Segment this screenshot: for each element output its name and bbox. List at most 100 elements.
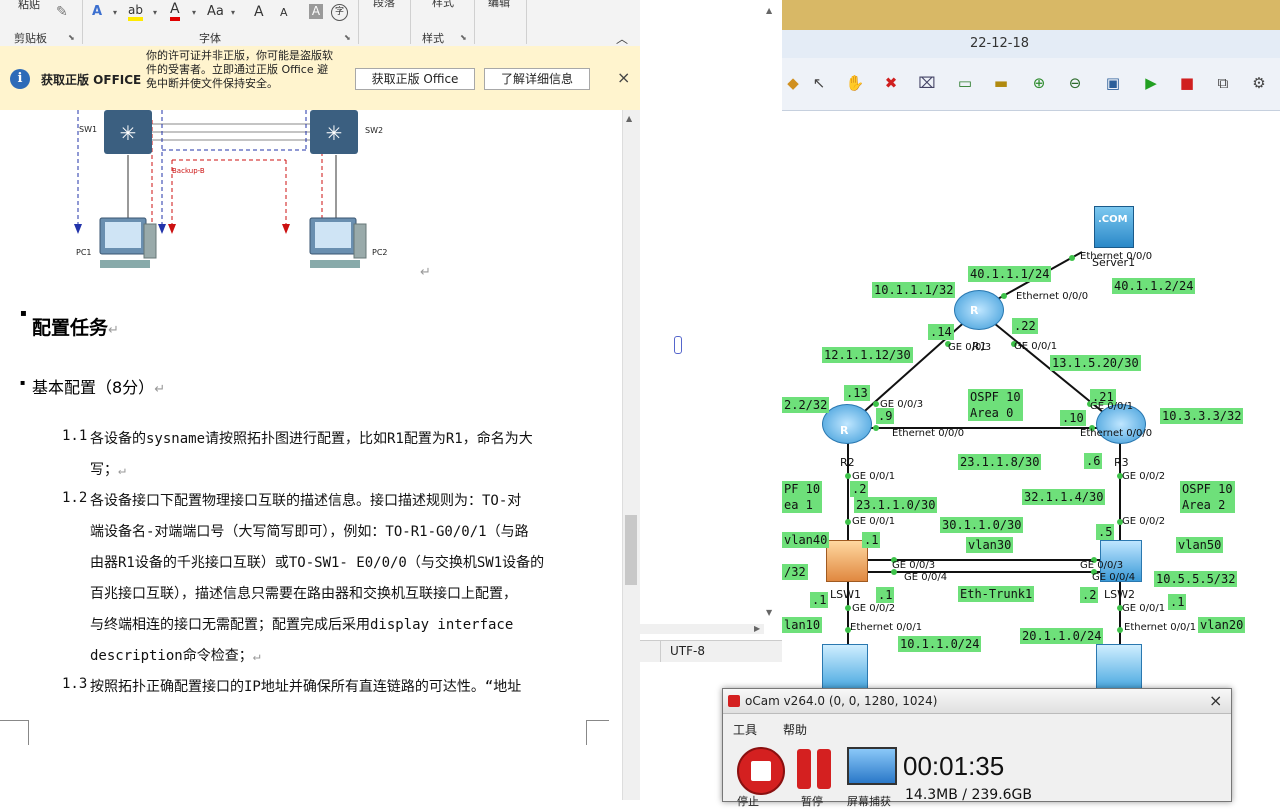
vlan-label[interactable]: vlan50 xyxy=(1176,537,1224,553)
capture-icon[interactable]: ⧉ xyxy=(1212,72,1234,94)
ensp-window[interactable]: 22-12-18 ◆ ↖ ✋ ✖ ⌧ ▭ ▬ ⊕ ⊖ ▣ ▶ ■ ⧉ ⚙ .CO… xyxy=(782,0,1280,800)
ip-label[interactable]: 10.1.1.0/24 xyxy=(898,636,982,652)
document-scrollbar[interactable]: ▲ xyxy=(622,110,641,800)
scroll-up-icon[interactable]: ▲ xyxy=(766,6,772,15)
scroll-right-icon[interactable]: ▶ xyxy=(754,624,760,633)
ip-label[interactable]: .9 xyxy=(876,408,895,424)
ip-label[interactable]: .5 xyxy=(1096,524,1115,540)
ip-label[interactable]: 40.1.1.1/24 xyxy=(968,266,1052,282)
change-case-icon[interactable]: Aa xyxy=(207,4,224,19)
stop-button-label[interactable]: 停止 xyxy=(737,793,759,809)
delete-link-icon[interactable]: ⌧ xyxy=(916,72,938,94)
scroll-down-icon[interactable]: ▼ xyxy=(766,608,772,617)
pause-button-label[interactable]: 暂停 xyxy=(801,793,823,809)
ip-label[interactable]: 23.1.1.8/30 xyxy=(958,454,1042,470)
chevron-down-icon[interactable]: ▾ xyxy=(192,8,196,17)
chevron-down-icon[interactable]: ▾ xyxy=(231,8,235,17)
ip-label[interactable]: 23.1.1.0/30 xyxy=(854,497,938,513)
monitor-icon[interactable] xyxy=(847,747,897,785)
rectangle-icon[interactable]: ▬ xyxy=(990,72,1012,94)
ip-label[interactable]: .1 xyxy=(876,587,895,603)
paste-button[interactable]: 粘贴 xyxy=(18,0,40,12)
pc-icon[interactable] xyxy=(822,644,868,690)
document-page[interactable]: ✳ ✳ SW1 SW2 Backup-B PC1 PC2 ↵ ▪ 配置任务↵ ▪… xyxy=(0,110,622,800)
styles-launcher-icon[interactable]: ⬊ xyxy=(460,33,467,42)
delete-icon[interactable]: ✖ xyxy=(880,72,902,94)
pause-icon[interactable] xyxy=(797,749,811,789)
pc-icon[interactable] xyxy=(1096,644,1142,690)
ospf-area-label[interactable]: OSPF 10 Area 2 xyxy=(1180,481,1235,513)
fit-icon[interactable]: ▣ xyxy=(1102,72,1124,94)
menu-help[interactable]: 帮助 xyxy=(783,721,807,738)
chevron-down-icon[interactable]: ▾ xyxy=(153,8,157,17)
vlan-label[interactable]: vlan30 xyxy=(966,537,1014,553)
settings-icon[interactable]: ⚙ xyxy=(1248,72,1270,94)
screen-capture-label[interactable]: 屏幕捕获 xyxy=(847,793,891,809)
ip-label[interactable]: .14 xyxy=(928,324,954,340)
grow-font-icon[interactable]: A xyxy=(254,4,264,20)
ip-label[interactable]: 40.1.1.2/24 xyxy=(1112,278,1196,294)
arrow-icon[interactable]: ◆ xyxy=(782,72,804,94)
format-painter-icon[interactable]: ✎ xyxy=(56,4,72,20)
ip-label[interactable]: 32.1.1.4/30 xyxy=(1022,489,1106,505)
ip-label[interactable]: .6 xyxy=(1084,453,1103,469)
ip-label[interactable]: .2 xyxy=(1080,587,1099,603)
menu-tools[interactable]: 工具 xyxy=(733,721,757,738)
ip-label[interactable]: .2 xyxy=(850,481,869,497)
ip-label[interactable]: 30.1.1.0/30 xyxy=(940,517,1024,533)
text-effect-icon[interactable]: A xyxy=(92,4,102,19)
hand-icon[interactable]: ✋ xyxy=(844,72,866,94)
trunk-label[interactable]: Eth-Trunk1 xyxy=(958,586,1035,602)
ocam-window[interactable]: oCam v264.0 (0, 0, 1280, 1024) × 工具 帮助 停… xyxy=(722,688,1232,808)
clipboard-launcher-icon[interactable]: ⬊ xyxy=(68,33,75,42)
clear-format-icon[interactable]: A xyxy=(309,4,323,19)
ip-label[interactable]: .1 xyxy=(810,592,829,608)
vlan-label[interactable]: lan10 xyxy=(782,617,823,633)
font-color-icon[interactable]: A xyxy=(170,2,180,21)
ospf-area-label[interactable]: PF 10 ea 1 xyxy=(782,481,823,513)
zoom-out-icon[interactable]: ⊖ xyxy=(1064,72,1086,94)
shrink-font-icon[interactable]: A xyxy=(280,6,288,19)
close-icon[interactable]: × xyxy=(1209,691,1222,710)
record-stop-icon[interactable] xyxy=(737,747,785,795)
learn-more-button[interactable]: 了解详细信息 xyxy=(484,68,590,90)
ip-label[interactable]: .1 xyxy=(1168,594,1187,610)
bullet-icon: ▪ xyxy=(20,308,27,319)
collapse-ribbon-icon[interactable]: ︿ xyxy=(616,30,628,47)
ip-label[interactable]: .13 xyxy=(844,385,870,401)
zoom-in-icon[interactable]: ⊕ xyxy=(1028,72,1050,94)
stop-icon[interactable]: ■ xyxy=(1176,72,1198,94)
router-icon[interactable] xyxy=(954,290,1004,330)
styles-button[interactable]: 样式 xyxy=(432,0,454,10)
ospf-area-label[interactable]: OSPF 10 Area 0 xyxy=(968,389,1023,421)
highlight-icon[interactable]: ab xyxy=(128,3,143,21)
ip-label[interactable]: 2.2/32 xyxy=(782,397,830,413)
recording-size: 14.3MB / 239.6GB xyxy=(905,787,1033,803)
ip-label[interactable]: 10.3.3.3/32 xyxy=(1160,408,1244,424)
ip-label[interactable]: 13.1.5.20/30 xyxy=(1050,355,1141,371)
server-icon[interactable]: .COM xyxy=(1094,206,1134,248)
ip-label[interactable]: /32 xyxy=(782,564,808,580)
ip-label[interactable]: 10.1.1.1/32 xyxy=(872,282,956,298)
vlan-label[interactable]: vlan20 xyxy=(1198,617,1246,633)
pause-icon[interactable] xyxy=(817,749,831,789)
chevron-down-icon[interactable]: ▾ xyxy=(113,8,117,17)
font-launcher-icon[interactable]: ⬊ xyxy=(344,33,351,42)
vlan-label[interactable]: vlan40 xyxy=(782,532,830,548)
horizontal-scrollbar[interactable] xyxy=(640,624,764,634)
ip-label[interactable]: .10 xyxy=(1060,410,1086,426)
start-icon[interactable]: ▶ xyxy=(1140,72,1162,94)
get-genuine-office-button[interactable]: 获取正版 Office xyxy=(355,68,475,90)
phonetic-guide-icon[interactable]: 字 xyxy=(331,4,348,21)
select-icon[interactable]: ↖ xyxy=(808,72,830,94)
ip-label[interactable]: 20.1.1.0/24 xyxy=(1020,628,1104,644)
ip-label[interactable]: .22 xyxy=(1012,318,1038,334)
ip-label[interactable]: 10.5.5.5/32 xyxy=(1154,571,1238,587)
close-icon[interactable]: × xyxy=(617,68,630,87)
scroll-up-icon[interactable]: ▲ xyxy=(626,114,632,123)
ip-label[interactable]: 12.1.1.12/30 xyxy=(822,347,913,363)
scrollbar-thumb[interactable] xyxy=(625,515,637,585)
ip-label[interactable]: .1 xyxy=(862,532,881,548)
text-note-icon[interactable]: ▭ xyxy=(954,72,976,94)
notepad-window[interactable]: ▲ ▼ ▶ UTF-8 xyxy=(640,0,783,663)
